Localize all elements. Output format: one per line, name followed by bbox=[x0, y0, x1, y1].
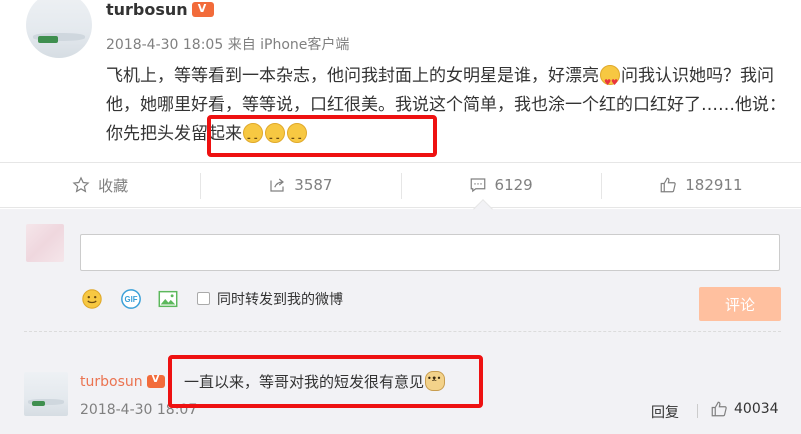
post-action-bar: 收藏 3587 6129 182911 bbox=[0, 162, 801, 208]
repost-button[interactable]: 3587 bbox=[200, 163, 400, 207]
vip-badge-icon bbox=[146, 374, 165, 388]
like-count: 182911 bbox=[685, 176, 743, 194]
post-author-avatar[interactable] bbox=[26, 0, 92, 58]
repost-checkbox-label[interactable]: 同时转发到我的微博 bbox=[217, 289, 343, 309]
highlight-box bbox=[168, 355, 483, 408]
comment-icon bbox=[470, 178, 485, 193]
current-user-avatar bbox=[26, 224, 64, 262]
svg-text:GIF: GIF bbox=[125, 295, 138, 304]
vip-badge-icon bbox=[191, 2, 214, 17]
gif-icon[interactable]: GIF bbox=[120, 288, 142, 310]
star-icon bbox=[72, 176, 90, 193]
comment-like-button[interactable]: 40034 bbox=[710, 400, 779, 418]
image-upload-icon[interactable] bbox=[157, 288, 179, 310]
reply-button[interactable]: 回复 bbox=[651, 402, 679, 422]
favorite-button[interactable]: 收藏 bbox=[0, 163, 200, 207]
like-button[interactable]: 182911 bbox=[600, 163, 801, 207]
thumbs-up-icon bbox=[711, 401, 727, 417]
post-meta: 2018-4-30 18:05 来自 iPhone客户端 bbox=[106, 34, 349, 54]
comment-like-count: 40034 bbox=[734, 401, 779, 417]
post-timestamp[interactable]: 2018-4-30 18:05 bbox=[106, 37, 223, 53]
repost-count: 3587 bbox=[294, 176, 333, 194]
post-text-part: 飞机上，等等看到一本杂志，他问我封面上的女明星是谁，好漂亮 bbox=[106, 66, 599, 86]
thumbs-up-icon bbox=[660, 177, 677, 193]
commenter-name[interactable]: turbosun bbox=[80, 374, 165, 390]
comment-divider bbox=[24, 331, 781, 332]
highlight-box bbox=[207, 115, 437, 157]
share-icon bbox=[270, 178, 285, 192]
favorite-label: 收藏 bbox=[98, 176, 129, 195]
emoji-picker-icon[interactable] bbox=[81, 288, 103, 310]
post-source: 来自 iPhone客户端 bbox=[227, 37, 350, 53]
post-author-name[interactable]: turbosun bbox=[106, 0, 214, 19]
repost-checkbox[interactable] bbox=[197, 292, 210, 305]
comment-action-separator bbox=[697, 404, 698, 418]
submit-comment-button[interactable]: 评论 bbox=[699, 287, 781, 321]
comment-input[interactable] bbox=[80, 234, 780, 271]
post-username-text[interactable]: turbosun bbox=[106, 0, 188, 19]
commenter-avatar[interactable] bbox=[24, 372, 68, 416]
comment-button[interactable]: 6129 bbox=[400, 163, 601, 207]
comment-count: 6129 bbox=[494, 176, 533, 194]
commenter-username-text[interactable]: turbosun bbox=[80, 374, 143, 390]
heart-eyes-emoji-icon bbox=[600, 65, 620, 97]
